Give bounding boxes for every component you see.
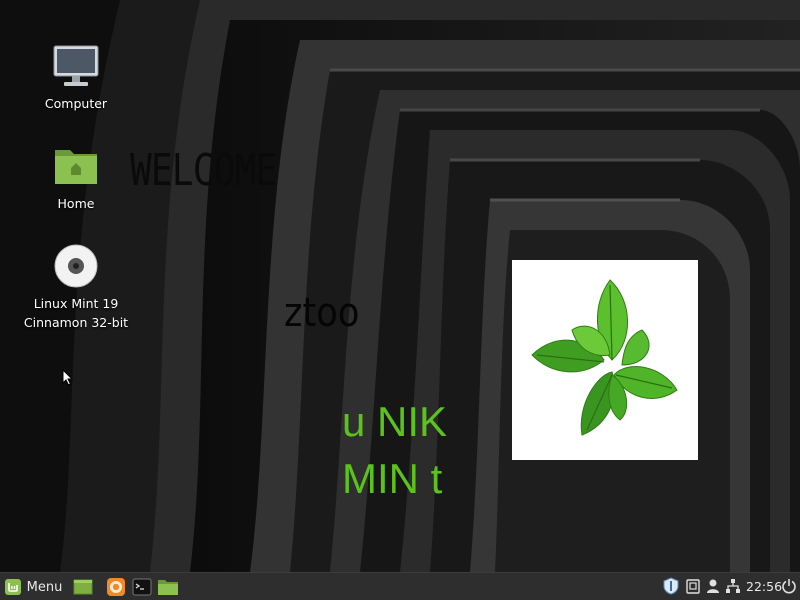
green-wallpaper-text-line-2: MIN t <box>342 455 443 502</box>
desktop-icon-computer[interactable]: Computer <box>16 44 136 113</box>
show-desktop-button[interactable] <box>72 575 94 599</box>
ztoo-wallpaper-text: ztoo <box>284 290 360 336</box>
power-button[interactable] <box>780 577 798 595</box>
monitor-icon <box>52 44 100 92</box>
shield-icon <box>663 577 679 595</box>
mint-logo-icon <box>4 579 21 595</box>
desktop-icon-install-disc[interactable]: Linux Mint 19 Cinnamon 32-bit <box>16 244 136 332</box>
firefox-launcher[interactable] <box>104 575 128 599</box>
desktop-icon-home[interactable]: Home <box>16 144 136 213</box>
mint-leaf-image <box>512 260 698 460</box>
mouse-cursor-icon <box>62 369 74 386</box>
firefox-icon <box>107 578 125 596</box>
clipboard-icon <box>686 579 700 594</box>
user-tray[interactable] <box>704 577 722 595</box>
desktop-icon-label: Home <box>57 196 95 211</box>
clock[interactable]: 22:56 <box>746 573 782 600</box>
terminal-launcher[interactable] <box>130 575 154 599</box>
user-icon <box>707 579 719 593</box>
welcome-wallpaper-text: WELCOME <box>130 145 277 196</box>
mint-leaf-icon <box>531 279 678 436</box>
power-icon <box>782 579 796 594</box>
clipboard-tray[interactable] <box>684 577 702 595</box>
terminal-icon <box>132 578 152 596</box>
desktop: WELCOME ztoo u NIK MIN t Computer Home L… <box>0 0 800 572</box>
taskbar-panel: Menu 22:56 <box>0 572 800 600</box>
disc-icon <box>52 244 100 292</box>
update-manager-tray[interactable] <box>662 577 680 595</box>
files-icon <box>158 580 178 595</box>
desktop-icon-label: Linux Mint 19 Cinnamon 32-bit <box>23 296 129 330</box>
folder-icon <box>52 144 100 192</box>
network-icon <box>726 579 740 593</box>
network-tray[interactable] <box>724 577 742 595</box>
menu-label: Menu <box>26 579 63 595</box>
green-wallpaper-text-line-1: u NIK <box>342 398 448 445</box>
desktop-icon-label: Computer <box>44 96 108 111</box>
menu-button[interactable]: Menu <box>2 575 64 599</box>
show-desktop-icon <box>73 579 93 595</box>
files-launcher[interactable] <box>156 575 180 599</box>
